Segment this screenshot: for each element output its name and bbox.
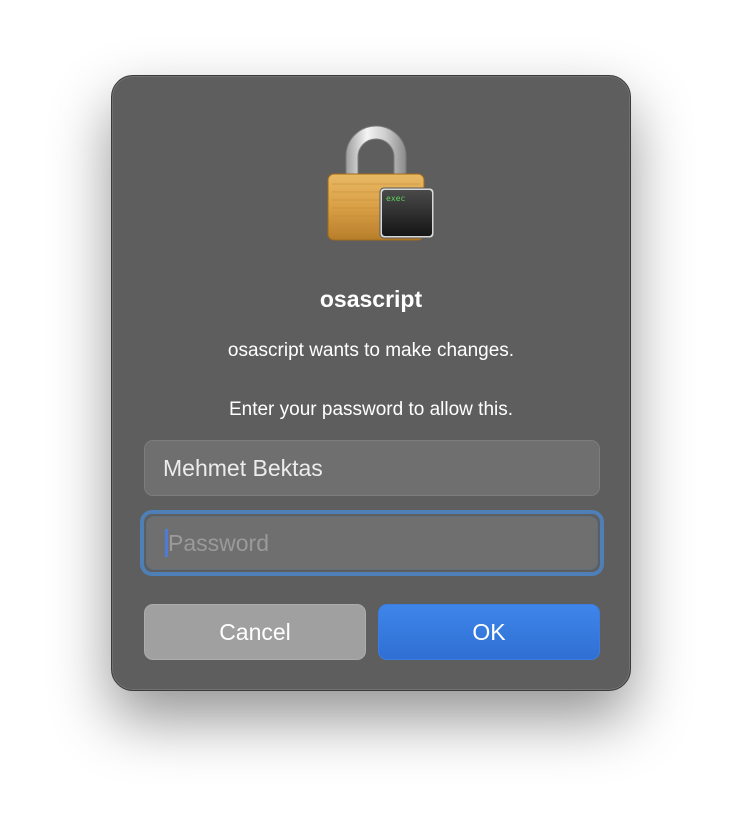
username-field[interactable]: Mehmet Bektas (144, 440, 600, 496)
username-value: Mehmet Bektas (163, 454, 323, 481)
lock-icon: exec (327, 125, 435, 241)
exec-badge-label: exec (386, 194, 405, 203)
cancel-button[interactable]: Cancel (144, 604, 366, 660)
cancel-button-label: Cancel (219, 618, 291, 645)
password-focus-ring: Password (140, 510, 604, 576)
dialog-title: osascript (319, 286, 423, 312)
dialog-prompt: Enter your password to allow this. (228, 399, 514, 420)
authorization-dialog: exec osascript osascript wants to make c… (111, 75, 631, 691)
ok-button-label: OK (472, 618, 506, 645)
ok-button[interactable]: OK (378, 604, 600, 660)
password-placeholder: Password (168, 529, 269, 556)
password-field[interactable]: Password (146, 516, 598, 570)
dialog-message: osascript wants to make changes. (227, 340, 515, 361)
